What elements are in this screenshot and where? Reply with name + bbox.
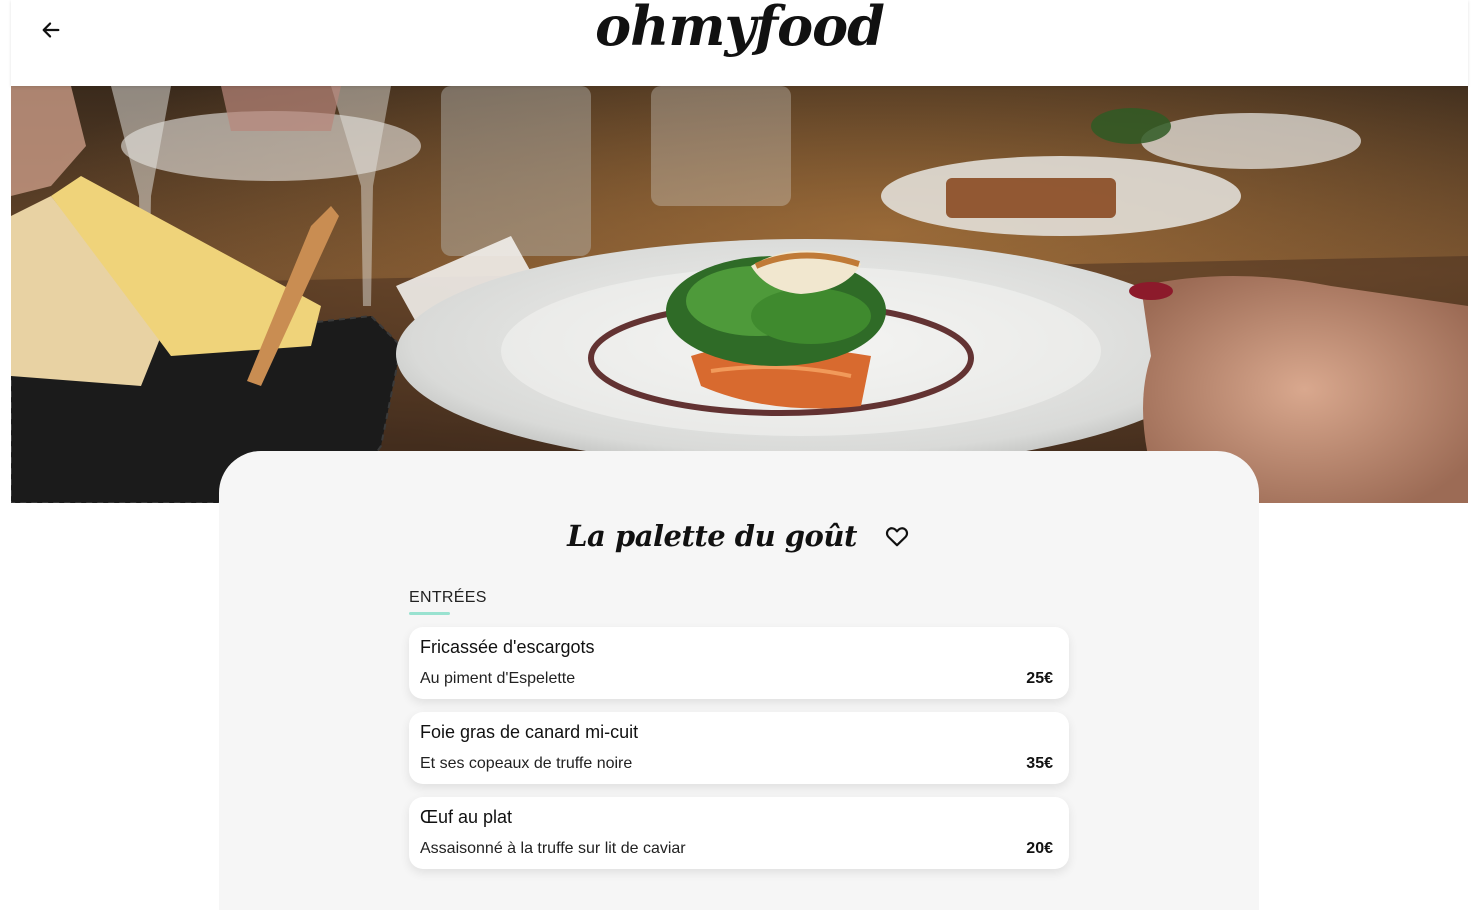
dish-description: Et ses copeaux de truffe noire — [420, 755, 633, 772]
restaurant-title-row: La palette du goût — [219, 519, 1259, 553]
restaurant-photo — [11, 86, 1468, 503]
dish-name: Fricassée d'escargots — [420, 637, 595, 657]
hero-image — [11, 86, 1468, 503]
favorite-button[interactable] — [883, 522, 911, 550]
restaurant-menu-card: La palette du goût ENTRÉES Fricassée d'e… — [219, 451, 1259, 910]
menu-item[interactable]: Œuf au plat Assaisonné à la truffe sur l… — [409, 797, 1069, 869]
menu-item[interactable]: Foie gras de canard mi-cuit Et ses copea… — [409, 712, 1069, 784]
dish-name: Œuf au plat — [420, 807, 513, 827]
dish-price: 20€ — [1026, 840, 1053, 857]
top-header: ohmyfood — [11, 0, 1468, 86]
heart-outline-icon — [885, 527, 908, 547]
page: ohmyfood La palette du goût ENTRÉES Fric… — [0, 0, 1480, 910]
logo[interactable]: ohmyfood — [11, 0, 1468, 58]
section-title-entrees: ENTRÉES — [409, 589, 487, 606]
menu-list: Fricassée d'escargots Au piment d'Espele… — [409, 627, 1069, 882]
dish-price: 35€ — [1026, 755, 1053, 772]
dish-name: Foie gras de canard mi-cuit — [420, 722, 639, 742]
dish-description: Assaisonné à la truffe sur lit de caviar — [420, 840, 686, 857]
dish-price: 25€ — [1026, 670, 1053, 687]
menu-item[interactable]: Fricassée d'escargots Au piment d'Espele… — [409, 627, 1069, 699]
restaurant-name: La palette du goût — [567, 519, 857, 553]
dish-description: Au piment d'Espelette — [420, 670, 576, 687]
section-underline — [409, 612, 450, 615]
